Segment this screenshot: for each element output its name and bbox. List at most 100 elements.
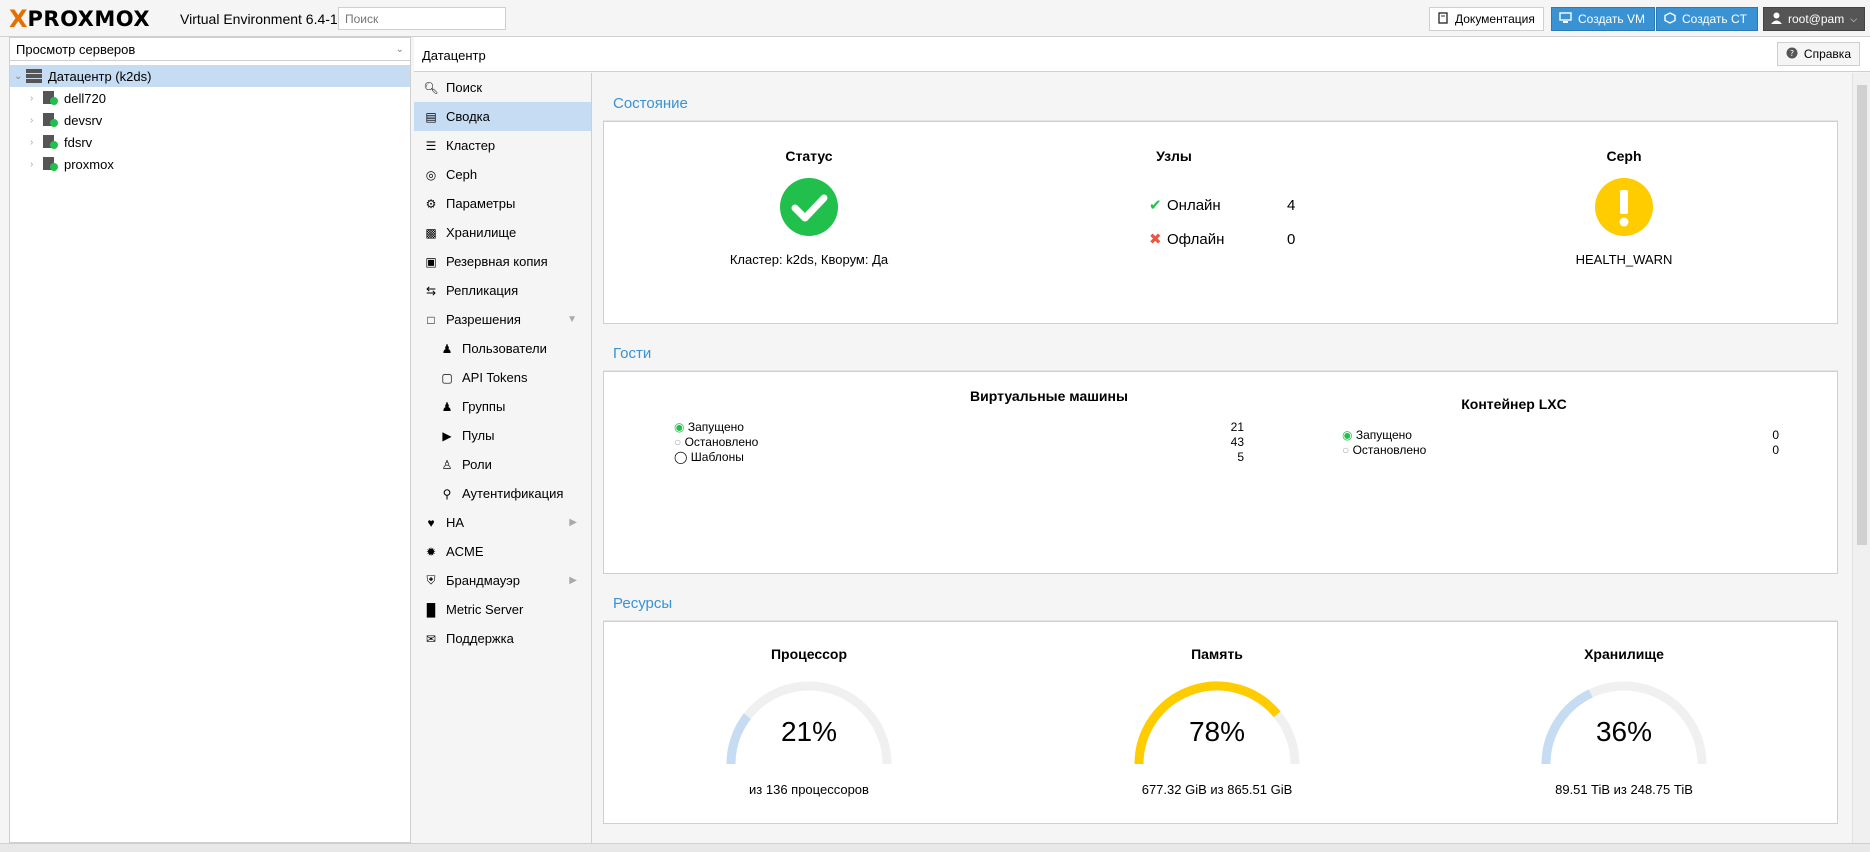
chevron-down-icon: ⌄ [395, 43, 404, 55]
storage-title: Хранилище [1584, 646, 1664, 662]
times-icon: ✖ [1149, 231, 1162, 248]
proxmox-x-icon: X [9, 5, 28, 33]
documentation-button[interactable]: Документация [1429, 7, 1544, 31]
circle-icon: ◯ [674, 450, 688, 464]
ceph-icon: ◎ [425, 167, 437, 182]
play-circle-icon: ◉ [674, 420, 685, 434]
expander-icon[interactable]: › [30, 93, 42, 104]
view-selector[interactable]: Просмотр серверов ⌄ [10, 38, 410, 61]
ceph-health-text: HEALTH_WARN [1575, 252, 1673, 267]
server-icon: ☰ [425, 138, 437, 153]
cpu-gauge-column: Процессор 21% из 136 процессоров [679, 646, 939, 797]
nav-item-support[interactable]: ✉ Поддержка [414, 624, 591, 653]
nav-item-firewall[interactable]: ⛨ Брандмауэр ▶ [414, 566, 591, 595]
nav-item-roles[interactable]: ♙ Роли [414, 450, 591, 479]
vm-stopped-row: ○ Остановлено 43 [674, 435, 1244, 449]
nav-item-search[interactable]: 🔍︎ Поиск [414, 73, 591, 102]
lxc-title: Контейнер LXC [1461, 396, 1567, 412]
retweet-icon: ⇆ [425, 283, 437, 298]
nav-item-storage[interactable]: ▩ Хранилище [414, 218, 591, 247]
proxmox-logo: X PROXMOX [9, 5, 151, 33]
nav-item-authentication[interactable]: ⚲ Аутентификация [414, 479, 591, 508]
lxc-stats: ◉ Запущено 0 ○ Остановлено 0 [1342, 428, 1779, 458]
nav-item-api-tokens[interactable]: ▢ API Tokens [414, 363, 591, 392]
database-icon: ▩ [425, 225, 437, 240]
nav-item-backup[interactable]: ▣ Резервная копия [414, 247, 591, 276]
server-online-icon [42, 157, 58, 171]
logo-text: PROXMOX [27, 7, 151, 31]
nav-item-ha[interactable]: ♥ HA ▶ [414, 508, 591, 537]
nav-item-groups[interactable]: ♟ Группы [414, 392, 591, 421]
lxc-stopped-row: ○ Остановлено 0 [1342, 443, 1779, 457]
tree-item-node[interactable]: › devsrv [10, 109, 410, 131]
resources-panel-title: Ресурсы [603, 583, 1838, 621]
content-scrollbar[interactable] [1852, 73, 1870, 843]
certificate-icon: ✹ [425, 544, 437, 559]
memory-detail: 677.32 GiB из 865.51 GiB [1141, 782, 1293, 797]
bar-chart-icon: █ [426, 602, 436, 617]
user-menu-button[interactable]: root@pam ⌵ [1763, 7, 1865, 31]
nodes-title: Узлы [1156, 148, 1192, 164]
chevron-down-icon: ▼ [567, 314, 577, 325]
nodes-status-column: Узлы [1074, 148, 1274, 164]
ceph-status-column: Ceph HEALTH_WARN [1524, 148, 1724, 267]
server-online-icon [42, 91, 58, 105]
nav-item-users[interactable]: ♟ Пользователи [414, 334, 591, 363]
stop-circle-icon: ○ [1342, 443, 1350, 457]
nav-item-cluster[interactable]: ☰ Кластер [414, 131, 591, 160]
comments-icon: ✉ [425, 631, 437, 646]
resources-panel: Ресурсы Процессор 21% из 136 процессоров… [603, 583, 1838, 824]
nav-item-pools[interactable]: ▶ Пулы [414, 421, 591, 450]
search-icon: 🔍︎ [423, 80, 439, 95]
cpu-title: Процессор [770, 646, 848, 662]
nav-item-ceph[interactable]: ◎ Ceph [414, 160, 591, 189]
nav-item-replication[interactable]: ⇆ Репликация [414, 276, 591, 305]
expander-icon[interactable]: › [30, 137, 42, 148]
storage-gauge-column: Хранилище 36% 89.51 TiB из 248.75 TiB [1494, 646, 1754, 797]
status-title: Статус [785, 148, 833, 164]
bottom-splitter[interactable] [0, 843, 1870, 852]
storage-detail: 89.51 TiB из 248.75 TiB [1555, 782, 1693, 797]
svg-text:?: ? [1790, 49, 1794, 58]
key-icon: ⚲ [442, 486, 452, 501]
tree-item-node[interactable]: › dell720 [10, 87, 410, 109]
nav-item-summary[interactable]: ▤ Сводка [414, 102, 591, 131]
datacenter-icon [26, 69, 42, 83]
play-circle-icon: ◉ [1342, 428, 1353, 442]
check-icon: ✔ [1149, 197, 1162, 214]
tree-item-datacenter[interactable]: ⌄ Датацентр (k2ds) [10, 65, 410, 87]
create-vm-button[interactable]: Создать VM [1551, 7, 1655, 31]
question-icon: ? [1786, 47, 1798, 62]
check-circle-icon [780, 178, 838, 236]
scrollbar-thumb[interactable] [1857, 85, 1867, 545]
user-icon [1771, 12, 1782, 27]
cluster-status-column: Статус Кластер: k2ds, Кворум: Да [704, 148, 914, 267]
tree-item-node[interactable]: › proxmox [10, 153, 410, 175]
expander-icon[interactable]: › [30, 159, 42, 170]
chevron-right-icon: ▶ [569, 517, 577, 528]
expander-icon[interactable]: › [30, 115, 42, 126]
cube-icon [1664, 11, 1676, 27]
server-online-icon [42, 113, 58, 127]
tree-item-node[interactable]: › fdsrv [10, 131, 410, 153]
nav-item-acme[interactable]: ✹ ACME [414, 537, 591, 566]
create-ct-button[interactable]: Создать CT [1656, 7, 1758, 31]
user-icon: ♟ [441, 341, 453, 356]
main-header: Датацентр ? Справка [414, 37, 1870, 72]
status-panel: Состояние Статус Кластер: k2ds, Кворум: … [603, 83, 1838, 324]
exclamation-circle-icon [1595, 178, 1653, 236]
nav-item-metric-server[interactable]: █ Metric Server [414, 595, 591, 624]
expander-icon[interactable]: ⌄ [14, 71, 26, 82]
status-panel-title: Состояние [603, 83, 1838, 121]
help-button[interactable]: ? Справка [1776, 42, 1860, 66]
nav-item-options[interactable]: ⚙ Параметры [414, 189, 591, 218]
book-icon [1437, 11, 1449, 27]
vm-running-row: ◉ Запущено 21 [674, 420, 1244, 434]
datacenter-nav-menu: 🔍︎ Поиск ▤ Сводка ☰ Кластер ◎ Ceph ⚙ Параметр… [414, 73, 592, 843]
nav-item-permissions[interactable]: □ Разрешения ▼ [414, 305, 591, 334]
stop-circle-icon: ○ [674, 435, 682, 449]
memory-title: Память [1191, 646, 1243, 662]
tags-icon: ▶ [442, 428, 452, 443]
search-input[interactable] [338, 7, 506, 30]
storage-percent: 36% [1595, 716, 1653, 747]
